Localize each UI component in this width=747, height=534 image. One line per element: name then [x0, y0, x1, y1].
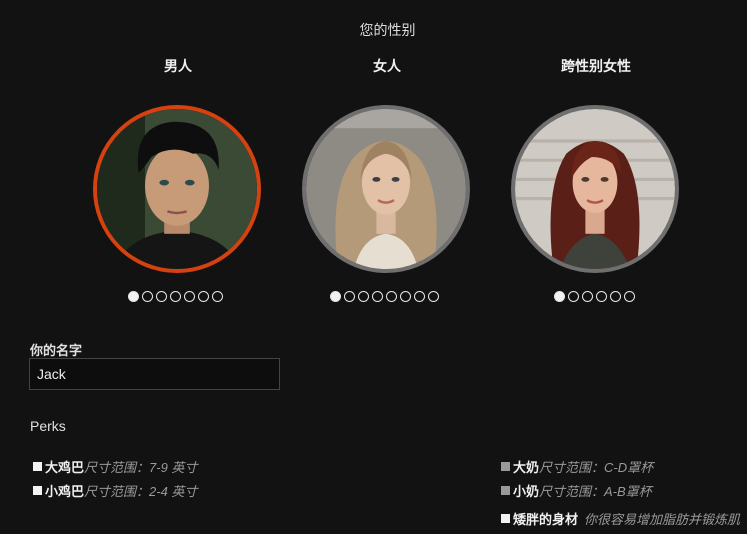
trans-female-image-dot[interactable]: [568, 291, 579, 302]
trans-female-image-dot[interactable]: [554, 291, 565, 302]
perk-big-breasts[interactable]: 大奶 尺寸范围：C-D罩杯: [501, 457, 653, 476]
female-image-dot[interactable]: [344, 291, 355, 302]
perks-section-title: Perks: [30, 418, 66, 434]
male-image-dot[interactable]: [142, 291, 153, 302]
female-image-dot[interactable]: [372, 291, 383, 302]
perk-description: 尺寸范围：7-9 英寸: [84, 460, 198, 475]
perk-name: 大鸡巴: [45, 460, 85, 475]
perk-description: 尺寸范围：2-4 英寸: [84, 484, 198, 499]
name-input[interactable]: [29, 358, 280, 390]
female-portrait-image: [306, 109, 466, 269]
gender-section-title: 您的性别: [359, 22, 416, 38]
perk-description: 你很容易增加脂肪并锻炼肌: [584, 512, 741, 527]
male-image-selector: [128, 291, 223, 302]
perk-chubby-body[interactable]: 矮胖的身材 你很容易增加脂肪并锻炼肌: [501, 509, 740, 528]
gender-option-label-trans-female: 跨性别女性: [561, 58, 631, 74]
female-image-dot[interactable]: [400, 291, 411, 302]
perk-name: 小鸡巴: [45, 484, 85, 499]
perk-name: 矮胖的身材: [513, 512, 579, 527]
trans-female-image-dot[interactable]: [596, 291, 607, 302]
male-image-dot[interactable]: [198, 291, 209, 302]
perk-checkbox[interactable]: [33, 462, 42, 471]
perk-name: 大奶: [513, 460, 540, 475]
male-image-dot[interactable]: [212, 291, 223, 302]
perk-small-penis[interactable]: 小鸡巴 尺寸范围：2-4 英寸: [33, 481, 197, 500]
perk-name: 小奶: [513, 484, 540, 499]
perk-description: 尺寸范围：A-B罩杯: [539, 484, 652, 499]
female-image-selector: [330, 291, 439, 302]
male-image-dot[interactable]: [156, 291, 167, 302]
female-image-dot[interactable]: [330, 291, 341, 302]
gender-avatar-male[interactable]: [93, 105, 261, 273]
trans-female-image-selector: [554, 291, 635, 302]
perk-checkbox[interactable]: [501, 486, 510, 495]
female-image-dot[interactable]: [428, 291, 439, 302]
male-portrait-image: [97, 109, 257, 269]
gender-option-label-male: 男人: [164, 58, 192, 74]
perk-small-breasts[interactable]: 小奶 尺寸范围：A-B罩杯: [501, 481, 652, 500]
male-image-dot[interactable]: [184, 291, 195, 302]
trans-female-image-dot[interactable]: [610, 291, 621, 302]
name-field-label: 你的名字: [30, 343, 83, 358]
trans-female-portrait-image: [515, 109, 675, 269]
perk-description: 尺寸范围：C-D罩杯: [539, 460, 654, 475]
perk-checkbox[interactable]: [501, 514, 510, 523]
perk-checkbox[interactable]: [501, 462, 510, 471]
female-image-dot[interactable]: [414, 291, 425, 302]
gender-avatar-trans-female[interactable]: [511, 105, 679, 273]
male-image-dot[interactable]: [170, 291, 181, 302]
gender-avatar-female[interactable]: [302, 105, 470, 273]
female-image-dot[interactable]: [386, 291, 397, 302]
perk-checkbox[interactable]: [33, 486, 42, 495]
male-image-dot[interactable]: [128, 291, 139, 302]
trans-female-image-dot[interactable]: [624, 291, 635, 302]
gender-option-label-female: 女人: [373, 58, 401, 74]
perk-big-penis[interactable]: 大鸡巴 尺寸范围：7-9 英寸: [33, 457, 197, 476]
trans-female-image-dot[interactable]: [582, 291, 593, 302]
female-image-dot[interactable]: [358, 291, 369, 302]
